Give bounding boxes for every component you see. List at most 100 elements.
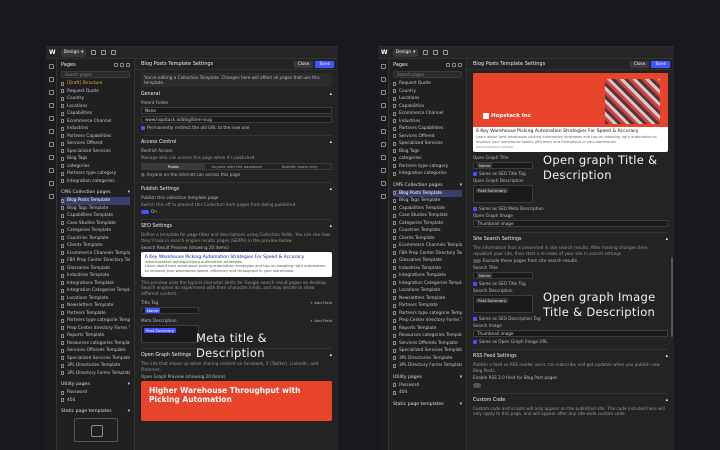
page-list-item[interactable]: Integrations Template (61, 280, 130, 288)
page-list-item[interactable]: Glossaries Template (61, 265, 130, 273)
og-desc-chip[interactable]: Post Summary (476, 188, 509, 194)
page-list-item[interactable]: Specialized Services (61, 148, 130, 156)
styles-icon[interactable] (48, 129, 54, 134)
page-list-item[interactable]: Categories Template (61, 227, 130, 235)
page-list-item[interactable]: Prep Center directory Forms Tem... (393, 317, 462, 325)
meta-desc-field[interactable]: Post Summary (141, 325, 199, 344)
page-list-item[interactable]: Blog Tags (61, 155, 130, 163)
same-seo-desc-checkbox[interactable]: Same as SEO Description Tag (473, 316, 668, 321)
access-public-option[interactable]: Public (142, 163, 205, 169)
page-list-item[interactable]: Partners type categorie Template (61, 317, 130, 325)
page-list-item[interactable]: Integration categories (393, 170, 462, 178)
title-chip[interactable]: Name (145, 308, 161, 314)
new-page-icon[interactable] (452, 63, 456, 67)
new-page-icon[interactable] (120, 63, 124, 67)
cms-icon[interactable] (48, 155, 54, 160)
search-description-field[interactable]: Post Summary (473, 295, 533, 314)
ecommerce-icon[interactable] (380, 168, 386, 173)
page-list-item[interactable]: Partners Template (61, 310, 130, 318)
page-list-item[interactable]: Partners Capabilities (61, 133, 130, 141)
page-list-item[interactable]: Industries Template (61, 272, 130, 280)
settings-icon[interactable] (423, 50, 429, 55)
page-list-item[interactable]: Integration categories (61, 178, 130, 186)
page-list-item[interactable]: Partners Template (393, 302, 462, 310)
page-list-item[interactable]: Case Studies Template (61, 220, 130, 228)
cms-section-header[interactable]: CMS Collection pages ▾ (393, 183, 462, 188)
same-seo-title-checkbox-2[interactable]: Same as SEO Title Tag (473, 281, 668, 286)
apps-icon[interactable] (380, 194, 386, 199)
meta-chip[interactable]: Post Summary (144, 328, 177, 334)
page-list-item[interactable]: Specialized Services (393, 140, 462, 148)
assets-icon[interactable] (48, 142, 54, 147)
page-list-item[interactable]: FBA Prep Center Directory Tem... (393, 250, 462, 258)
pages-icon[interactable] (380, 77, 386, 82)
page-list-item[interactable]: Newsletters Template (393, 295, 462, 303)
page-list-item[interactable]: Glossaries Template (393, 257, 462, 265)
general-section-header[interactable]: General ▴ (141, 92, 332, 97)
add-field-button[interactable]: + Add Field (310, 300, 332, 305)
same-og-image-checkbox[interactable]: Same as Open Graph Image URL (473, 339, 668, 344)
rss-section-header[interactable]: RSS Feed Settings ▴ (473, 349, 668, 359)
pages-icon[interactable] (48, 77, 54, 82)
variables-icon[interactable] (48, 116, 54, 121)
pages-search-input[interactable]: Search pages (393, 71, 462, 78)
navigator-icon[interactable] (380, 90, 386, 95)
page-list-item[interactable]: [Draft] Structure (61, 80, 130, 88)
page-list-item[interactable]: Partners type category (393, 163, 462, 171)
page-list-item[interactable]: Integrations Template (393, 272, 462, 280)
page-list-item[interactable]: Newsletters Template (61, 302, 130, 310)
page-list-item[interactable]: Request Quote (61, 88, 130, 96)
page-list-item[interactable]: Prep Center directory Forms Tem... (61, 325, 130, 333)
assets-icon[interactable] (380, 142, 386, 147)
save-button[interactable]: Save (315, 60, 334, 68)
site-search-header[interactable]: Site Search Settings ▴ (473, 232, 668, 242)
components-icon[interactable] (380, 103, 386, 108)
close-button[interactable]: Close (293, 60, 314, 68)
page-list-item[interactable]: Partners type categorie Template (393, 310, 462, 318)
og-section-header[interactable]: Open Graph Settings ▴ (141, 348, 332, 358)
new-folder-icon[interactable] (114, 63, 118, 67)
page-list-item[interactable]: Locations Template (61, 295, 130, 303)
page-list-item[interactable]: 3PL Directory Forms Template (393, 362, 462, 370)
og-title-chip[interactable]: Name (477, 163, 493, 169)
variables-icon[interactable] (380, 116, 386, 121)
page-list-item[interactable]: Capabilities (61, 110, 130, 118)
page-list-item[interactable]: Countries Template (61, 235, 130, 243)
search-image-select[interactable]: Thumbnail image (473, 330, 668, 338)
page-list-item[interactable]: Services Offereds Template (393, 340, 462, 348)
static-templates-header[interactable]: Static page templates ▾ (393, 402, 462, 407)
page-list-item[interactable]: Locations (61, 103, 130, 111)
page-list-item[interactable]: categories (393, 155, 462, 163)
exclude-toggle[interactable] (473, 258, 481, 264)
page-list-item[interactable]: Locations Template (393, 287, 462, 295)
page-list-item[interactable]: Specialized Services Template (61, 355, 130, 363)
users-icon[interactable] (48, 181, 54, 186)
page-list-item[interactable]: Blog Tags Template (61, 205, 130, 213)
access-password-option[interactable]: Anyone with the password (205, 164, 268, 169)
new-folder-icon[interactable] (446, 63, 450, 67)
template-thumbnail[interactable] (73, 418, 118, 442)
save-button[interactable]: Save (651, 60, 670, 68)
page-list-item[interactable]: Password (393, 382, 462, 390)
add-icon[interactable] (48, 64, 54, 69)
page-list-item[interactable]: Ecommerce Channel (61, 118, 130, 126)
page-list-item[interactable]: Clients Template (61, 242, 130, 250)
page-list-item[interactable]: Services Offered (393, 133, 462, 141)
settings-icon[interactable] (91, 50, 97, 55)
slug-field[interactable]: www.hopstack.io/blog/item-slug (141, 116, 332, 123)
close-button[interactable]: Close (629, 60, 650, 68)
page-list-item[interactable]: Industries (393, 118, 462, 126)
page-list-item[interactable]: Countries Template (393, 227, 462, 235)
publish-toggle[interactable] (141, 209, 149, 215)
page-list-item[interactable]: Capabilities Template (393, 205, 462, 213)
ecommerce-icon[interactable] (48, 168, 54, 173)
redirect-checkbox[interactable]: Permanently redirect the old URL to the … (141, 125, 332, 130)
custom-code-header[interactable]: Custom Code ▴ (473, 392, 668, 403)
page-list-item[interactable]: Services Offered (61, 140, 130, 148)
close-icon[interactable] (458, 63, 462, 67)
page-list-item[interactable]: Clients Template (393, 235, 462, 243)
pages-search-input[interactable]: Search pages (61, 71, 130, 78)
same-seo-meta-checkbox[interactable]: Same as SEO Meta Description (473, 206, 668, 211)
page-list-item[interactable]: Case Studies Template (393, 212, 462, 220)
close-icon[interactable] (126, 63, 130, 67)
